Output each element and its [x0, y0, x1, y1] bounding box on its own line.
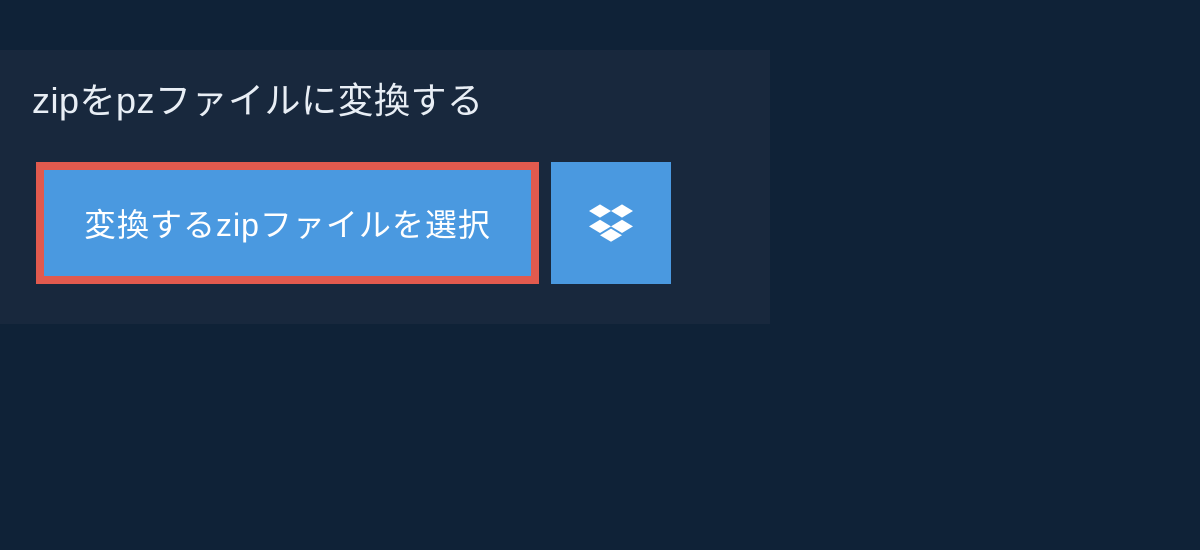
- converter-panel: zipをpzファイルに変換する 変換するzipファイルを選択: [0, 50, 770, 324]
- title-container: zipをpzファイルに変換する: [0, 50, 605, 142]
- dropbox-button[interactable]: [551, 162, 671, 284]
- action-row: 変換するzipファイルを選択: [0, 142, 770, 284]
- dropbox-icon: [589, 200, 633, 247]
- page-title: zipをpzファイルに変換する: [32, 72, 573, 124]
- select-file-button[interactable]: 変換するzipファイルを選択: [36, 162, 539, 284]
